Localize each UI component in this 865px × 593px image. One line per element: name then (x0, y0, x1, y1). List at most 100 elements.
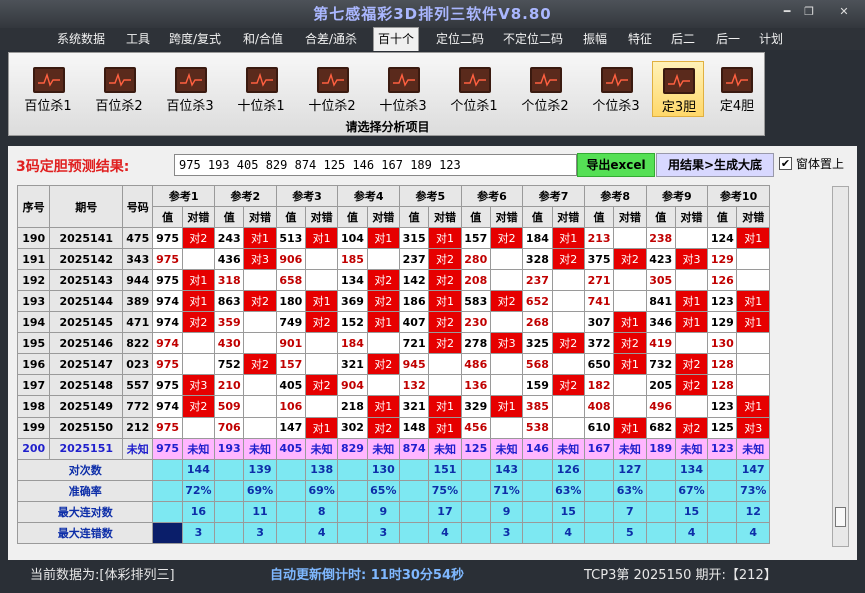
cell-period: 2025149 (49, 395, 124, 418)
ribbon-button-0[interactable]: 百位杀1 (17, 61, 79, 117)
table-row[interactable]: 197 2025148 557 975 对3 210 405 对2 904 132 136 159 对2… (16, 374, 770, 397)
cell-check (489, 311, 524, 334)
topmost-checkbox[interactable]: ✔ (779, 157, 792, 170)
stats-value: 75% (428, 479, 462, 502)
cell-seq: 193 (16, 290, 51, 313)
cell-value: 329 (460, 395, 491, 418)
stats-value: 143 (489, 458, 524, 481)
cell-number: 944 (122, 269, 154, 292)
menu-item-9[interactable]: 特征 (625, 28, 655, 50)
menu-item-12[interactable]: 计划 (756, 28, 786, 50)
cell-check: 对2 (674, 374, 709, 397)
stats-value: 3 (489, 521, 524, 545)
ribbon-button-4[interactable]: 十位杀2 (301, 61, 363, 117)
close-icon[interactable]: ✕ (833, 3, 855, 21)
table-row[interactable]: 199 2025150 212 975 706 147 对1 302 对2 148 对1 456 538… (16, 416, 770, 439)
scrollbar-thumb[interactable] (835, 507, 846, 527)
menu-item-10[interactable]: 后二 (668, 28, 698, 50)
cell-value: 237 (522, 269, 553, 292)
cell-value: 125 (707, 416, 738, 439)
cell-value: 123 (707, 395, 738, 418)
cell-value: 321 (398, 395, 430, 418)
menu-item-6[interactable]: 定位二码 (432, 28, 488, 50)
cell-check (674, 332, 709, 355)
cell-value: 128 (707, 353, 738, 376)
stats-pad (645, 521, 676, 545)
menu-item-1[interactable]: 工具 (122, 28, 154, 50)
table-row-pending[interactable]: 200 2025151 未知 975 未知 193 未知 405 未知 829 未知 874 未知 125… (16, 437, 770, 460)
stats-pad (522, 458, 553, 481)
table-row[interactable]: 193 2025144 389 974 对1 863 对2 180 对1 369 对2 186 对1 58… (16, 290, 770, 313)
ribbon-button-5[interactable]: 十位杀3 (372, 61, 434, 117)
cell-number: 475 (122, 227, 154, 250)
ribbon-button-9[interactable]: 定3胆 (652, 61, 704, 117)
table-row[interactable]: 198 2025149 772 974 对2 509 106 218 对1 321 对1 329 对1 3… (16, 395, 770, 418)
stats-value: 72% (181, 479, 216, 502)
stats-value: 127 (613, 458, 647, 481)
cell-check: 对1 (181, 290, 216, 313)
cell-check: 对3 (243, 248, 277, 271)
stats-row: 最大连对数 16 11 8 9 17 9 15 7 15 12 (16, 500, 770, 523)
table-row[interactable]: 195 2025146 822 974 430 901 184 721 对2 278 对3 325 对2… (16, 332, 770, 355)
ribbon-button-10[interactable]: 定4胆 (711, 61, 763, 117)
col-ref: 参考9 (645, 184, 709, 208)
table-row[interactable]: 194 2025145 471 974 对2 359 749 对2 152 对1 407 对2 230 2… (16, 311, 770, 334)
cell-check: 对2 (428, 332, 462, 355)
cell-value: 975 (152, 374, 183, 397)
menu-item-2[interactable]: 跨度/复式 (166, 28, 224, 50)
cell-check (551, 290, 585, 313)
main-panel: 3码定胆预测结果: 975 193 405 829 874 125 146 16… (8, 146, 857, 560)
generate-base-button[interactable]: 用结果>生成大底 (656, 153, 774, 177)
stats-value: 69% (243, 479, 277, 502)
menu-item-8[interactable]: 振幅 (580, 28, 610, 50)
chart-line-icon (246, 67, 278, 93)
ribbon-button-1[interactable]: 百位杀2 (88, 61, 150, 117)
ribbon-button-6[interactable]: 个位杀1 (443, 61, 505, 117)
cell-check: 对1 (674, 311, 709, 334)
chart-line-icon (104, 67, 136, 93)
ribbon-button-7[interactable]: 个位杀2 (514, 61, 576, 117)
table-row[interactable]: 191 2025142 343 975 436 对3 906 185 237 对2 280 328 对2… (16, 248, 770, 271)
cell-number: 212 (122, 416, 154, 439)
cell-value: 210 (214, 374, 245, 397)
cell-value: 975 (152, 248, 183, 271)
cell-value: 658 (275, 269, 307, 292)
cell-number: 未知 (122, 437, 154, 460)
ribbon-button-label: 十位杀2 (308, 99, 356, 114)
cell-check: 对1 (613, 311, 647, 334)
prediction-result-field[interactable]: 975 193 405 829 874 125 146 167 189 123 (174, 154, 577, 176)
stats-pad (275, 500, 307, 523)
cell-value: 325 (522, 332, 553, 355)
cell-value: 496 (645, 395, 676, 418)
menu-item-3[interactable]: 和/合值 (240, 28, 286, 50)
vertical-scrollbar[interactable] (832, 186, 849, 547)
cell-check (489, 374, 524, 397)
stats-value: 67% (674, 479, 709, 502)
maximize-icon[interactable]: ❐ (798, 3, 820, 21)
menu-item-7[interactable]: 不定位二码 (500, 28, 566, 50)
ribbon-button-2[interactable]: 百位杀3 (159, 61, 221, 117)
cell-number: 471 (122, 311, 154, 334)
cell-value: 230 (460, 311, 491, 334)
ribbon-button-3[interactable]: 十位杀1 (230, 61, 292, 117)
cell-period: 2025146 (49, 332, 124, 355)
cell-period: 2025150 (49, 416, 124, 439)
table-row[interactable]: 196 2025147 023 975 752 对2 157 321 对2 945 486 568 65… (16, 353, 770, 376)
cell-check: 对2 (366, 269, 400, 292)
minimize-icon[interactable]: ━ (776, 3, 798, 21)
ribbon-button-8[interactable]: 个位杀3 (585, 61, 647, 117)
cell-value: 307 (583, 311, 615, 334)
table-row[interactable]: 190 2025141 475 975 对2 243 对1 513 对1 104 对1 315 对1 15… (16, 227, 770, 250)
menu-item-11[interactable]: 后一 (713, 28, 743, 50)
menu-item-4[interactable]: 合差/通杀 (302, 28, 360, 50)
export-excel-button[interactable]: 导出excel (577, 153, 655, 177)
menu-item-0[interactable]: 系统数据 (55, 28, 107, 50)
col-check: 对错 (366, 206, 400, 229)
stats-pad (152, 458, 183, 481)
menu-item-5[interactable]: 百十个 (373, 27, 419, 51)
ribbon-button-label: 个位杀3 (592, 99, 640, 114)
table-row[interactable]: 192 2025143 944 975 对1 318 658 134 对2 142 对2 208 237… (16, 269, 770, 292)
col-ref: 参考4 (337, 184, 400, 208)
stats-row: 准确率 72% 69% 69% 65% 75% 71% 63% 63% 67% 73% (16, 479, 770, 502)
cell-check (613, 269, 647, 292)
